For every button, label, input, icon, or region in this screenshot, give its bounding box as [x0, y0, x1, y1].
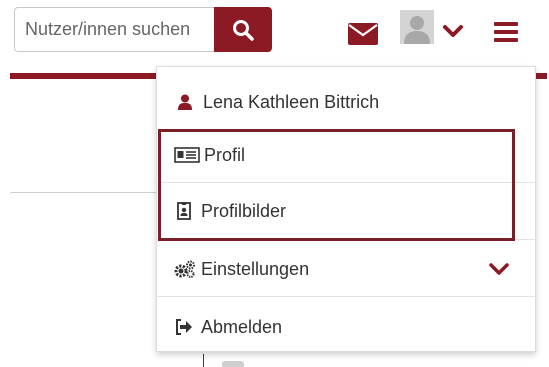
menu-separator	[157, 296, 535, 297]
menu-item-label: Profil	[204, 144, 246, 165]
background-avatar	[222, 361, 244, 367]
menu-separator	[157, 239, 535, 240]
search-input[interactable]	[14, 7, 214, 52]
menu-item-einstellungen[interactable]: Einstellungen	[157, 243, 535, 295]
gears-icon	[174, 260, 196, 278]
content-divider	[10, 192, 160, 193]
menu-item-abmelden[interactable]: Abmelden	[157, 301, 535, 353]
search-button[interactable]	[214, 7, 272, 52]
menu-item-label: Profilbilder	[201, 200, 287, 221]
menu-item-profilbilder[interactable]: Profilbilder	[157, 185, 535, 237]
user-icon	[177, 94, 193, 110]
search-icon	[233, 19, 254, 41]
menu-item-label: Abmelden	[201, 316, 283, 337]
id-card-icon	[174, 147, 200, 163]
portrait-icon	[177, 202, 191, 220]
envelope-icon[interactable]	[348, 23, 378, 45]
content-border	[203, 354, 204, 367]
hamburger-icon[interactable]	[494, 21, 518, 43]
chevron-down-icon[interactable]	[489, 262, 509, 276]
menu-item-profil[interactable]: Profil	[157, 129, 535, 181]
user-avatar-icon[interactable]	[400, 10, 434, 44]
user-name-label: Lena Kathleen Bittrich	[203, 91, 380, 112]
menu-user-name[interactable]: Lena Kathleen Bittrich	[157, 73, 535, 131]
menu-item-label: Einstellungen	[201, 258, 310, 279]
user-dropdown-menu: Lena Kathleen Bittrich Profil Profilbild…	[156, 66, 536, 352]
chevron-down-icon[interactable]	[442, 23, 464, 39]
menu-separator	[157, 182, 535, 183]
sign-out-icon	[175, 319, 193, 335]
